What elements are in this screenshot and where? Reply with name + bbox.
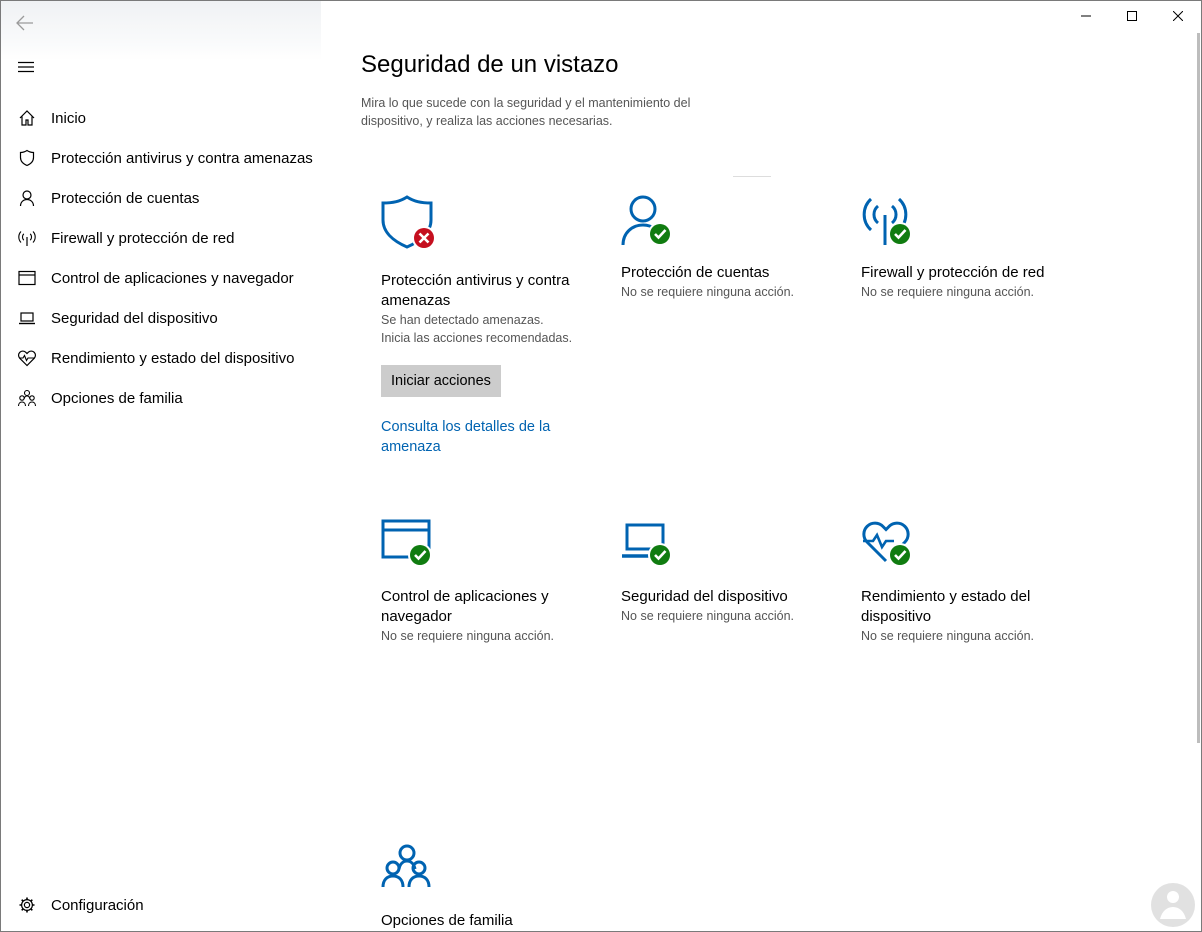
sidebar-item-apps[interactable]: Control de aplicaciones y navegador [1, 258, 321, 298]
sidebar-nav: Inicio Protección antivirus y contra ame… [1, 98, 321, 418]
sidebar-item-cuentas[interactable]: Protección de cuentas [1, 178, 321, 218]
person-icon [1, 189, 51, 207]
tile-status: No se requiere ninguna acción. [861, 629, 1035, 643]
tile-status: No se requiere ninguna acción. [861, 285, 1035, 299]
tile-icon [381, 841, 445, 897]
tile-dispositivo: Seguridad del dispositivo No se requiere… [621, 517, 841, 625]
sidebar-item-label: Rendimiento y estado del dispositivo [51, 349, 295, 367]
page-description: Mira lo que sucede con la seguridad y el… [361, 96, 691, 128]
sidebar-item-rendimiento[interactable]: Rendimiento y estado del dispositivo [1, 338, 321, 378]
wifi-antenna-icon [1, 229, 51, 247]
heart-check-icon [862, 521, 912, 567]
tile-title: Rendimiento y estado del dispositivo [861, 588, 1031, 625]
person-check-icon [621, 195, 672, 246]
tile-icon [381, 193, 445, 250]
divider [733, 176, 771, 177]
back-arrow-icon [16, 15, 33, 31]
sidebar-item-label: Inicio [51, 109, 87, 127]
app-browser-check-icon [381, 519, 432, 567]
tile-title: Firewall y protección de red [861, 264, 1045, 281]
sidebar-item-dispositivo[interactable]: Seguridad del dispositivo [1, 298, 321, 338]
sidebar-item-label: Configuración [51, 896, 144, 914]
tile-icon [621, 517, 685, 573]
page-title: Seguridad de un vistazo [361, 51, 619, 78]
hamburger-icon [18, 61, 34, 73]
tile-firewall: Firewall y protección de red No se requi… [861, 193, 1081, 301]
start-actions-button[interactable]: Iniciar acciones [381, 365, 501, 397]
laptop-icon [1, 310, 51, 326]
sidebar-item-firewall[interactable]: Firewall y protección de red [1, 218, 321, 258]
tile-apps: Control de aplicaciones y navegador No s… [381, 517, 601, 645]
sidebar: Inicio Protección antivirus y contra ame… [1, 1, 321, 931]
person-logo-icon [1151, 883, 1195, 927]
tile-icon [621, 193, 685, 249]
sidebar-item-label: Opciones de familia [51, 389, 183, 407]
sidebar-item-familia[interactable]: Opciones de familia [1, 378, 321, 418]
sidebar-item-configuracion[interactable]: Configuración [1, 885, 321, 925]
threat-details-link[interactable]: Consulta los detalles de la amenaza [381, 417, 571, 457]
tile-status: No se requiere ninguna acción. [381, 629, 555, 643]
tile-title: Seguridad del dispositivo [621, 588, 788, 605]
tile-icon [861, 517, 925, 573]
watermark-logo [1149, 881, 1197, 929]
heart-icon [1, 349, 51, 367]
tile-antivirus: Protección antivirus y contra amenazas S… [381, 193, 601, 457]
menu-button[interactable] [13, 55, 39, 79]
family-icon [381, 844, 431, 888]
tile-title: Opciones de familia [381, 912, 513, 929]
tile-title: Control de aplicaciones y navegador [381, 588, 549, 625]
shield-icon [1, 149, 51, 167]
tile-status: Se han detectado amenazas. [381, 313, 544, 327]
family-icon [1, 389, 51, 407]
sidebar-item-label: Protección de cuentas [51, 189, 200, 207]
sidebar-item-label: Firewall y protección de red [51, 229, 235, 247]
main-content: Seguridad de un vistazo Mira lo que suce… [321, 1, 1201, 931]
windows-security-window: Inicio Protección antivirus y contra ame… [0, 0, 1202, 932]
gear-icon [1, 896, 51, 914]
sidebar-header [1, 1, 321, 61]
tile-title: Protección de cuentas [621, 264, 770, 281]
tile-cuentas: Protección de cuentas No se requiere nin… [621, 193, 841, 301]
tile-rendimiento: Rendimiento y estado del dispositivo No … [861, 517, 1081, 645]
sidebar-item-inicio[interactable]: Inicio [1, 98, 321, 138]
laptop-check-icon [622, 523, 672, 567]
tile-status: No se requiere ninguna acción. [621, 609, 795, 623]
tile-title: Protección antivirus y contra amenazas [381, 272, 570, 309]
home-icon [1, 109, 51, 127]
sidebar-item-label: Control de aplicaciones y navegador [51, 269, 294, 287]
tile-status: Inicia las acciones recomendadas. [381, 331, 573, 345]
sidebar-item-label: Protección antivirus y contra amenazas [51, 149, 313, 167]
sidebar-item-antivirus[interactable]: Protección antivirus y contra amenazas [1, 138, 321, 178]
back-button[interactable] [11, 9, 39, 37]
sidebar-item-label: Seguridad del dispositivo [51, 309, 218, 327]
tile-status: No se requiere ninguna acción. [621, 285, 795, 299]
app-browser-icon [1, 270, 51, 286]
scrollbar[interactable] [1197, 33, 1200, 743]
tile-familia: Opciones de familia [381, 841, 601, 931]
shield-error-icon [381, 195, 436, 250]
tile-icon [381, 517, 445, 573]
antenna-check-icon [862, 197, 912, 246]
tile-icon [861, 193, 925, 249]
